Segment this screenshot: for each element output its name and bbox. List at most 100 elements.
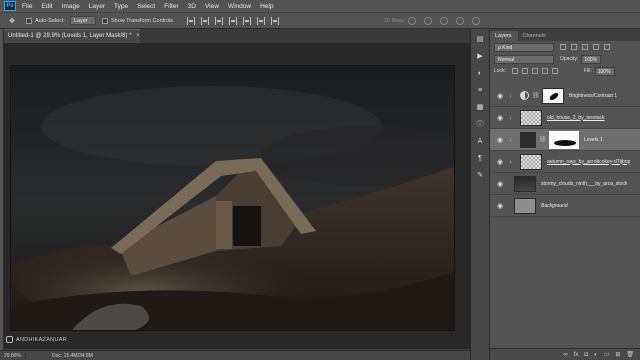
menu-type[interactable]: Type — [114, 3, 128, 10]
menu-help[interactable]: Help — [260, 3, 273, 10]
menu-filter[interactable]: Filter — [164, 3, 178, 10]
layer-thumbnail[interactable] — [520, 153, 542, 170]
blend-mode-dropdown[interactable]: Normal — [494, 54, 554, 64]
layer-mask-thumbnail[interactable] — [542, 87, 564, 104]
fill-input[interactable]: 100% — [594, 66, 615, 76]
paragraph-icon[interactable]: ¶ — [474, 152, 486, 164]
layer-thumbnail[interactable] — [514, 175, 536, 192]
shape-filter-icon[interactable] — [593, 44, 599, 50]
document-tab[interactable]: Untitled-1 @ 29.9% (Levels 1, Layer Mask… — [4, 29, 140, 43]
layer-row[interactable]: ◉ ↓ old_house_2_by_lesstack — [490, 107, 640, 129]
actions-play-icon[interactable]: ▶ — [474, 50, 486, 62]
visibility-eye-icon[interactable]: ◉ — [495, 114, 505, 122]
visibility-eye-icon[interactable]: ◉ — [495, 202, 505, 210]
kind-filter-dropdown[interactable]: ρ Kind — [494, 42, 554, 52]
instagram-icon — [6, 336, 13, 343]
adjustment-layer-icon[interactable]: ◐ — [594, 352, 598, 358]
layer-name: Background — [541, 202, 568, 209]
lock-icons — [511, 68, 558, 74]
smart-filter-icon[interactable] — [604, 44, 610, 50]
align-top-icon[interactable] — [187, 16, 196, 25]
artwork-image[interactable] — [10, 65, 455, 331]
layer-row[interactable]: ◉ ↓ autumn_rays_by_acrobcokey-d7tjbnp — [490, 151, 640, 173]
layer-mask-thumbnail[interactable] — [549, 130, 579, 149]
layer-row-selected[interactable]: ◉ ↓ ⛓ Levels 1 — [490, 129, 640, 151]
auto-select-checkbox[interactable] — [26, 17, 32, 24]
align-bottom-icon[interactable] — [215, 16, 224, 25]
auto-select-label: Auto-Select: — [35, 17, 65, 24]
tab-layers[interactable]: Layers — [490, 31, 518, 41]
visibility-eye-icon[interactable]: ◉ — [495, 180, 505, 188]
adjustment-filter-icon[interactable] — [571, 44, 577, 50]
menu-edit[interactable]: Edit — [41, 3, 52, 10]
align-right-icon[interactable] — [257, 16, 266, 25]
lock-position-icon[interactable] — [531, 68, 538, 74]
filter-icons — [560, 44, 610, 50]
lock-pixels-icon[interactable] — [511, 68, 518, 74]
info-icon[interactable]: ⓘ — [474, 118, 486, 130]
layer-thumbnail[interactable] — [514, 197, 536, 214]
lock-label: Lock: — [494, 68, 506, 74]
3d-roll-icon[interactable] — [424, 17, 432, 25]
move-tool-icon[interactable]: ✥ — [4, 15, 20, 27]
menu-select[interactable]: Select — [137, 3, 155, 10]
brush-icon[interactable]: ✎ — [474, 169, 486, 181]
3d-slide-icon[interactable] — [456, 17, 464, 25]
layer-name: stormy_clouds_ninth___by_arca_stock — [541, 180, 628, 187]
menu-view[interactable]: View — [205, 3, 219, 10]
menu-image[interactable]: Image — [62, 3, 80, 10]
adjustments-icon[interactable]: ◐ — [474, 67, 486, 79]
pixel-filter-icon[interactable] — [560, 44, 566, 50]
menu-window[interactable]: Window — [228, 3, 251, 10]
visibility-eye-icon[interactable]: ◉ — [495, 136, 505, 144]
transform-controls-checkbox[interactable] — [101, 17, 108, 24]
3d-drag-icon[interactable] — [440, 17, 448, 25]
canvas-area[interactable] — [4, 43, 470, 349]
distribute-icon[interactable] — [271, 16, 280, 25]
menu-layer[interactable]: Layer — [89, 3, 105, 10]
status-bar: 29.89% Doc: 15.4M/34.8M — [0, 350, 470, 360]
lock-artboard-icon[interactable] — [541, 68, 548, 74]
type-filter-icon[interactable] — [582, 44, 588, 50]
swatches-icon[interactable]: ▦ — [474, 101, 486, 113]
menu-file[interactable]: File — [22, 3, 32, 10]
3d-rotate-icon[interactable] — [408, 17, 416, 25]
options-bar: ✥ Auto-Select: Layer Show Transform Cont… — [0, 12, 640, 29]
menu-3d[interactable]: 3D — [188, 3, 196, 10]
opacity-input[interactable]: 100% — [581, 54, 602, 64]
visibility-eye-icon[interactable]: ◉ — [495, 158, 505, 166]
link-chain-icon[interactable]: ⛓ — [539, 136, 547, 143]
tab-channels[interactable]: Channels — [518, 31, 552, 41]
trash-icon[interactable]: 🗑 — [626, 351, 634, 358]
zoom-level[interactable]: 29.89% — [0, 352, 26, 359]
mask-shape — [554, 139, 576, 146]
auto-select-dropdown[interactable]: Layer — [69, 16, 96, 25]
text-icon[interactable]: A — [474, 135, 486, 147]
link-layers-icon[interactable]: ∞ — [563, 352, 567, 358]
layers-panel: Layers Channels ρ Kind Normal Opacity: 1… — [490, 29, 640, 360]
photoshop-logo-icon[interactable]: Ps — [4, 1, 16, 11]
lock-paint-icon[interactable] — [521, 68, 528, 74]
layer-row[interactable]: ◉ ↓ ⛓ Brightness/Contrast 1 — [490, 85, 640, 107]
layer-row[interactable]: ◉ stormy_clouds_ninth___by_arca_stock — [490, 173, 640, 195]
align-left-icon[interactable] — [229, 16, 238, 25]
3d-scale-icon[interactable] — [472, 17, 480, 25]
fx-icon[interactable]: fx — [574, 352, 579, 358]
visibility-eye-icon[interactable]: ◉ — [495, 92, 505, 100]
layers-panel-tabs: Layers Channels — [490, 29, 640, 41]
levels-histogram-icon — [520, 131, 536, 148]
history-icon[interactable]: ▤ — [474, 33, 486, 45]
group-folder-icon[interactable]: ▭ — [604, 351, 610, 358]
layer-row[interactable]: ◉ Background — [490, 195, 640, 217]
add-mask-icon[interactable]: ◘ — [584, 352, 588, 358]
clip-arrow-icon: ↓ — [509, 158, 512, 165]
fill-label: Fill: — [583, 68, 592, 74]
align-middle-icon[interactable] — [201, 16, 210, 25]
new-layer-icon[interactable]: ⊞ — [615, 351, 620, 358]
layer-thumbnail[interactable] — [520, 109, 542, 126]
lock-all-icon[interactable] — [551, 68, 558, 74]
link-chain-icon[interactable]: ⛓ — [532, 92, 540, 99]
align-center-icon[interactable] — [243, 16, 252, 25]
properties-icon[interactable]: ≡ — [474, 84, 486, 96]
doc-size: Doc: 15.4M/34.8M — [52, 352, 93, 359]
